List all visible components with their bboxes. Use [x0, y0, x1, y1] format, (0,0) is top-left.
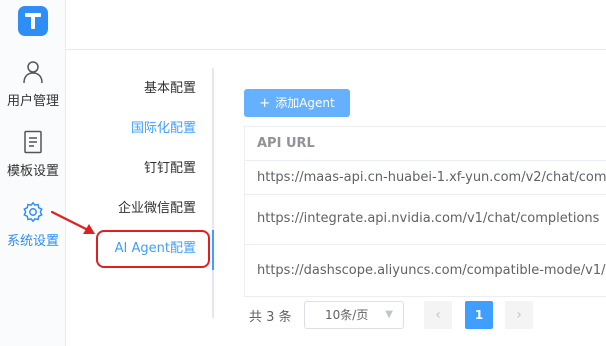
pagination-page-1[interactable]: 1	[465, 301, 493, 329]
table-row[interactable]: https://integrate.api.nvidia.com/v1/chat…	[245, 195, 606, 245]
page-size-select[interactable]: 10条/页 ▼	[304, 301, 404, 329]
pagination-total: 共 3 条	[249, 310, 292, 325]
submenu-item-basic-config[interactable]: 基本配置	[66, 76, 196, 102]
sidebar-item-label: 用户管理	[6, 94, 59, 109]
add-agent-button[interactable]: + 添加Agent	[244, 89, 350, 117]
agent-table: API URL https://maas-api.cn-huabei-1.xf-…	[244, 126, 606, 297]
chevron-left-icon[interactable]: ‹	[424, 301, 452, 329]
table-row[interactable]: https://maas-api.cn-huabei-1.xf-yun.com/…	[245, 161, 606, 195]
annotation-highlight-box	[96, 230, 210, 268]
sidebar: 用户管理 模板设置 系统设置	[0, 0, 66, 346]
plus-icon: +	[259, 96, 271, 111]
chevron-down-icon: ▼	[385, 309, 393, 320]
annotation-arrow-icon	[50, 210, 95, 234]
column-header-api-url: API URL	[245, 127, 606, 161]
sidebar-item-template-settings[interactable]: 模板设置	[0, 130, 66, 186]
app-logo	[18, 6, 48, 36]
settings-submenu: 基本配置 国际化配置 钉钉配置 企业微信配置 AI Agent配置	[66, 50, 216, 346]
add-agent-label: 添加Agent	[275, 96, 335, 110]
table-row[interactable]: https://dashscope.aliyuncs.com/compatibl…	[245, 245, 606, 297]
sidebar-item-label: 模板设置	[6, 164, 59, 179]
user-icon	[23, 61, 43, 84]
submenu-item-i18n-config[interactable]: 国际化配置	[66, 116, 196, 142]
submenu-divider	[212, 68, 214, 318]
document-icon	[24, 130, 42, 154]
gear-icon	[23, 201, 43, 223]
page-size-value: 10条/页	[325, 308, 369, 322]
submenu-item-dingtalk-config[interactable]: 钉钉配置	[66, 156, 196, 182]
chevron-right-icon[interactable]: ›	[505, 301, 533, 329]
sidebar-item-user-management[interactable]: 用户管理	[0, 60, 66, 116]
submenu-active-indicator	[212, 230, 214, 270]
top-header	[66, 0, 606, 50]
